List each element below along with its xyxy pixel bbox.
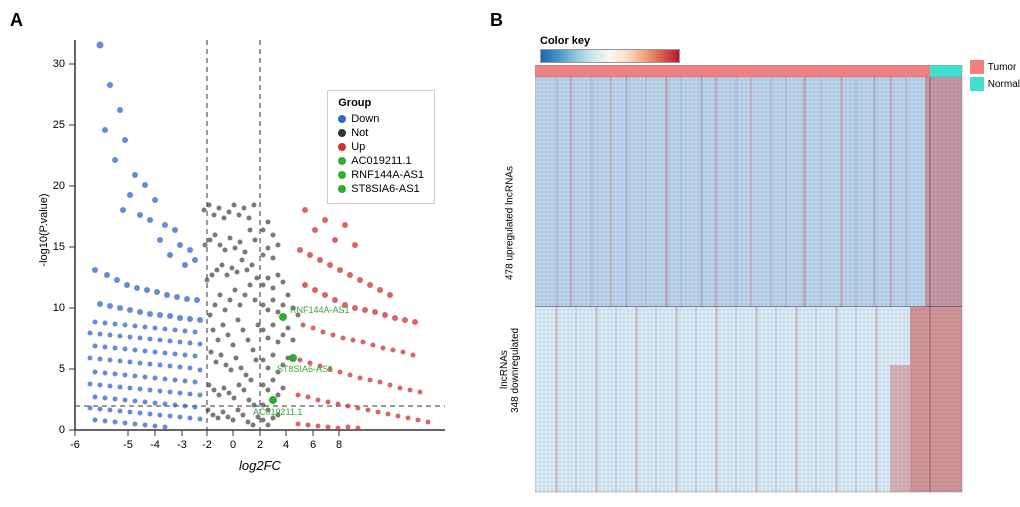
legend-item-down: Down [338, 113, 424, 125]
volcano-plot: -6 -5 -4 -3 -2 0 2 4 6 [35, 30, 455, 480]
svg-text:-2: -2 [202, 439, 212, 451]
legend-label-tumor: Tumor [988, 62, 1017, 73]
panel-a: A -6 -5 -4 [5, 10, 485, 497]
legend-label-ac: AC019211.1 [351, 155, 411, 167]
legend-label-normal: Normal [988, 79, 1020, 90]
up-dot [338, 143, 346, 151]
legend-item-rnf: RNF144A-AS1 [338, 169, 424, 181]
svg-text:10: 10 [53, 302, 65, 314]
downregulated-label: 348 downregulated lncRNAs [500, 320, 520, 420]
svg-text:8: 8 [336, 439, 342, 451]
panel-b-label: B [490, 10, 503, 31]
svg-text:4: 4 [283, 439, 289, 451]
legend-item-tumor: Tumor [970, 60, 1020, 74]
legend-label-up: Up [351, 141, 365, 153]
svg-text:-3: -3 [177, 439, 187, 451]
not-dot [338, 129, 346, 137]
volcano-container: -6 -5 -4 -3 -2 0 2 4 6 [35, 30, 455, 480]
panel-b: B Color key -4 -2 0 2 4 [485, 10, 1020, 497]
svg-text:25: 25 [53, 119, 65, 131]
color-key-bar [540, 49, 680, 63]
svg-text:RNF144A-AS1: RNF144A-AS1 [290, 305, 350, 315]
svg-text:-6: -6 [70, 439, 80, 451]
normal-rect [970, 77, 984, 91]
svg-text:30: 30 [53, 58, 65, 70]
legend-label-down: Down [351, 113, 379, 125]
tumor-rect [970, 60, 984, 74]
down-dot [338, 115, 346, 123]
legend-item-st8: ST8SIA6-AS1 [338, 183, 424, 195]
svg-text:AC019211.1: AC019211.1 [253, 407, 302, 417]
svg-text:6: 6 [310, 439, 316, 451]
svg-text:20: 20 [53, 180, 65, 192]
volcano-legend: Group Down Not Up AC019 [327, 90, 435, 204]
svg-text:-4: -4 [150, 439, 160, 451]
rnf-dot [338, 171, 346, 179]
heatmap-legend: Tumor Normal [970, 60, 1020, 94]
upregulated-label-text: 478 upregulated lncRNAs [505, 166, 516, 280]
legend-label-rnf: RNF144A-AS1 [351, 169, 424, 181]
heatmap-container: Color key -4 -2 0 2 4 [495, 30, 1020, 495]
legend-item-ac: AC019211.1 [338, 155, 424, 167]
svg-text:-5: -5 [123, 439, 133, 451]
legend-item-not: Not [338, 127, 424, 139]
legend-label-not: Not [351, 127, 368, 139]
color-key-title: Color key [540, 35, 700, 47]
downregulated-label-text: 348 downregulated lncRNAs [499, 320, 521, 420]
svg-text:log2FC: log2FC [239, 458, 282, 473]
st8-dot [338, 185, 346, 193]
legend-label-st8: ST8SIA6-AS1 [351, 183, 419, 195]
upregulated-label: 478 upregulated lncRNAs [500, 160, 520, 280]
svg-text:5: 5 [59, 363, 65, 375]
svg-text:0: 0 [230, 439, 236, 451]
main-container: A -6 -5 -4 [0, 0, 1020, 507]
legend-item-normal: Normal [970, 77, 1020, 91]
svg-text:ST8SIA6-AS1: ST8SIA6-AS1 [277, 364, 333, 374]
svg-text:-log10(P.value): -log10(P.value) [38, 193, 50, 266]
legend-title: Group [338, 97, 424, 109]
svg-text:15: 15 [53, 241, 65, 253]
ac-dot [338, 157, 346, 165]
heatmap-svg [535, 65, 1015, 505]
svg-text:2: 2 [257, 439, 263, 451]
svg-text:0: 0 [59, 424, 65, 436]
legend-item-up: Up [338, 141, 424, 153]
panel-a-label: A [10, 10, 23, 31]
